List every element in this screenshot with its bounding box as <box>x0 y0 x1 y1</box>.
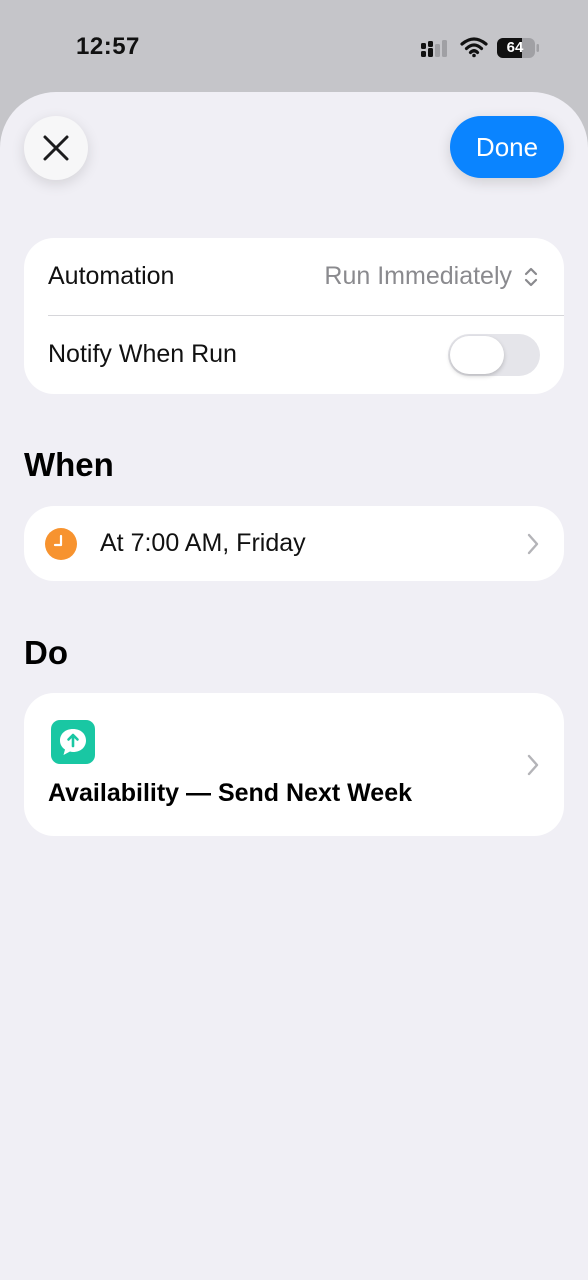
done-button[interactable]: Done <box>450 116 564 178</box>
automation-label: Automation <box>48 262 175 290</box>
toggle-knob <box>450 336 504 374</box>
wifi-icon <box>460 37 488 58</box>
chevron-right-icon <box>527 754 539 776</box>
chevron-right-icon <box>527 533 539 555</box>
when-trigger-text: At 7:00 AM, Friday <box>100 529 306 557</box>
automation-sheet: Done Automation Run Immediately Notify W… <box>0 92 588 1280</box>
battery-percentage: 64 <box>506 39 524 56</box>
notify-row: Notify When Run <box>24 316 564 393</box>
close-icon <box>43 135 69 161</box>
clock-icon <box>45 528 77 560</box>
close-button[interactable] <box>24 116 88 180</box>
do-action-card[interactable]: Availability — Send Next Week <box>24 693 564 836</box>
chevron-up-down-icon <box>524 267 538 287</box>
signal-icon <box>421 40 447 57</box>
action-title: Availability — Send Next Week <box>48 779 413 807</box>
automation-value[interactable]: Run Immediately <box>324 238 512 315</box>
notify-toggle[interactable] <box>448 334 540 376</box>
automation-row[interactable]: Automation Run Immediately <box>24 238 564 315</box>
status-time: 12:57 <box>76 33 140 60</box>
message-upload-icon <box>51 720 95 764</box>
do-section-title: Do <box>24 634 68 671</box>
status-bar: 12:57 64 <box>0 0 588 92</box>
automation-settings-card: Automation Run Immediately Notify When R… <box>24 238 564 394</box>
when-section-title: When <box>24 446 114 483</box>
when-trigger-row[interactable]: At 7:00 AM, Friday <box>24 506 564 581</box>
notify-label: Notify When Run <box>48 340 237 368</box>
status-icons: 64 <box>420 36 550 62</box>
